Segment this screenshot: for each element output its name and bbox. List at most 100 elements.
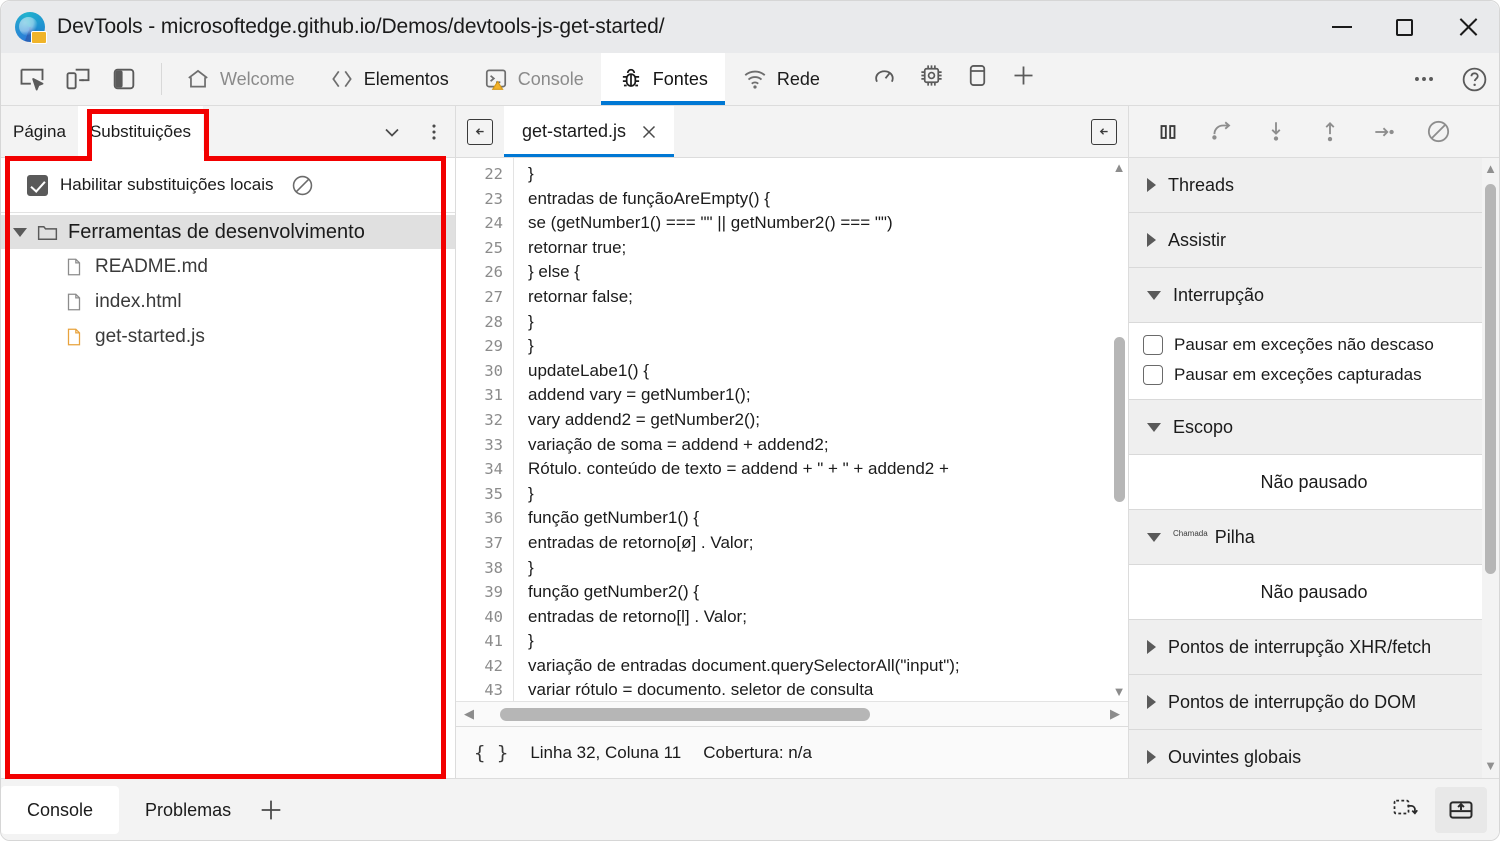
section-threads[interactable]: Threads	[1129, 158, 1499, 213]
tree-file-index[interactable]: index.html	[1, 284, 455, 319]
tab-welcome[interactable]: Welcome	[168, 53, 312, 105]
memory-chip-icon[interactable]	[909, 53, 955, 97]
step-out-icon[interactable]	[1305, 111, 1355, 153]
code-editor[interactable]: 22 23 24 25 26 27 28 29 30 31 32 33 34 3…	[456, 158, 1128, 701]
dock-side-icon[interactable]	[101, 57, 147, 101]
step-into-icon[interactable]	[1251, 111, 1301, 153]
editor-horizontal-scrollbar[interactable]: ◀ ▶	[456, 701, 1128, 726]
scroll-down-arrow[interactable]: ▼	[1113, 682, 1126, 701]
section-watch[interactable]: Assistir	[1129, 213, 1499, 268]
line-number: 32	[484, 410, 503, 429]
section-call-stack[interactable]: Chamada Pilha	[1129, 510, 1499, 565]
minimize-button[interactable]	[1310, 1, 1373, 53]
performance-icon[interactable]	[863, 53, 909, 97]
enable-local-overrides-row[interactable]: Habilitar substituições locais	[1, 158, 455, 213]
scrollbar-track[interactable]	[478, 707, 1106, 721]
title-bar: DevTools - microsoftedge.github.io/Demos…	[1, 1, 1499, 53]
collapse-triangle-icon[interactable]	[1147, 178, 1156, 192]
debugger-vertical-scrollbar[interactable]: ▲ ▼	[1482, 158, 1499, 778]
tree-file-get-started-js[interactable]: get-started.js	[1, 319, 455, 354]
scroll-up-arrow[interactable]: ▲	[1482, 158, 1499, 179]
chevron-down-icon[interactable]	[371, 106, 413, 157]
code-line: }	[528, 557, 534, 577]
scroll-up-arrow[interactable]: ▲	[1113, 158, 1126, 177]
scrollbar-track[interactable]	[1110, 177, 1128, 682]
scrollbar-thumb[interactable]	[1485, 184, 1496, 574]
tab-sources[interactable]: Fontes	[600, 53, 725, 105]
tab-label: Elementos	[363, 68, 449, 89]
step-icon[interactable]	[1359, 111, 1409, 153]
nav-tab-page[interactable]: Página	[1, 106, 78, 157]
scroll-right-arrow[interactable]: ▶	[1106, 706, 1124, 722]
toolbar-tail	[1394, 53, 1499, 105]
nav-tab-label: Página	[13, 121, 66, 141]
bug-icon	[618, 66, 644, 92]
section-xhr-fetch-breakpoints[interactable]: Pontos de interrupção XHR/fetch	[1129, 620, 1499, 675]
more-vertical-icon[interactable]	[413, 106, 455, 157]
inspect-element-icon[interactable]	[9, 57, 55, 101]
line-number: 41	[484, 632, 503, 651]
section-title: Pontos de interrupção XHR/fetch	[1168, 636, 1432, 657]
line-number: 24	[484, 214, 503, 233]
close-button[interactable]	[1436, 1, 1499, 53]
scrollbar-thumb[interactable]	[1114, 337, 1125, 502]
show-navigator-icon[interactable]	[456, 106, 504, 157]
expand-triangle-icon[interactable]	[13, 227, 27, 237]
close-icon[interactable]	[638, 121, 660, 143]
window-controls	[1310, 1, 1499, 53]
application-storage-icon[interactable]	[955, 53, 1001, 97]
pause-resume-icon[interactable]	[1143, 111, 1193, 153]
section-scope[interactable]: Escopo	[1129, 400, 1499, 455]
more-options-icon[interactable]	[1399, 57, 1449, 101]
maximize-button[interactable]	[1373, 1, 1436, 53]
expand-triangle-icon[interactable]	[1147, 532, 1161, 542]
collapse-triangle-icon[interactable]	[1147, 750, 1156, 764]
expand-triangle-icon[interactable]	[1147, 290, 1161, 300]
tab-label: Fontes	[652, 68, 708, 89]
code-line: vary addend2 = getNumber2();	[528, 409, 760, 429]
section-title: Escopo	[1173, 416, 1234, 437]
collapse-triangle-icon[interactable]	[1147, 233, 1156, 247]
add-tab-icon[interactable]	[1001, 53, 1047, 97]
expand-triangle-icon[interactable]	[1147, 422, 1161, 432]
section-dom-breakpoints[interactable]: Pontos de interrupção do DOM	[1129, 675, 1499, 730]
collapse-triangle-icon[interactable]	[1147, 640, 1156, 654]
annotation-join-mask	[92, 151, 204, 163]
file-icon	[63, 255, 85, 279]
tree-file-readme[interactable]: README.md	[1, 249, 455, 284]
pause-uncaught-exceptions-checkbox[interactable]	[1143, 335, 1163, 355]
scroll-down-arrow[interactable]: ▼	[1482, 755, 1499, 776]
pause-uncaught-exceptions-row[interactable]: Pausar em exceções não descaso	[1143, 330, 1499, 360]
section-breakpoints[interactable]: Interrupção	[1129, 268, 1499, 323]
deactivate-breakpoints-icon[interactable]	[1413, 111, 1463, 153]
section-global-listeners[interactable]: Ouvintes globais	[1129, 730, 1499, 778]
show-debugger-icon[interactable]	[1080, 106, 1128, 157]
dock-drawer-icon[interactable]	[1435, 787, 1487, 833]
scroll-left-arrow[interactable]: ◀	[460, 706, 478, 722]
tree-root-folder[interactable]: Ferramentas de desenvolvimento	[1, 215, 455, 249]
pretty-print-icon[interactable]: { }	[474, 742, 508, 764]
device-emulation-icon[interactable]	[55, 57, 101, 101]
tree-file-label: get-started.js	[95, 325, 205, 347]
collapse-triangle-icon[interactable]	[1147, 695, 1156, 709]
section-title: Assistir	[1168, 229, 1226, 250]
pause-caught-exceptions-row[interactable]: Pausar em exceções capturadas	[1143, 360, 1499, 390]
scrollbar-thumb[interactable]	[500, 707, 870, 721]
help-icon[interactable]	[1449, 57, 1499, 101]
tab-network[interactable]: Rede	[725, 53, 837, 105]
drawer-tab-console[interactable]: Console	[1, 786, 120, 834]
tab-console[interactable]: Console	[466, 53, 601, 105]
section-title: Pontos de interrupção do DOM	[1168, 691, 1417, 712]
step-over-icon[interactable]	[1197, 111, 1247, 153]
editor-vertical-scrollbar[interactable]: ▲ ▼	[1110, 158, 1128, 701]
code-content[interactable]: } entradas de funçãoAreEmpty() { se (get…	[514, 158, 1128, 701]
nav-tab-overrides[interactable]: Substituições	[77, 106, 204, 157]
restore-drawer-icon[interactable]	[1379, 787, 1431, 833]
enable-local-overrides-checkbox[interactable]	[27, 174, 48, 196]
add-tool-icon[interactable]	[257, 779, 295, 840]
pause-caught-exceptions-checkbox[interactable]	[1143, 365, 1163, 385]
drawer-tab-issues[interactable]: Problemas	[119, 786, 257, 834]
clear-overrides-icon[interactable]	[290, 173, 315, 198]
editor-tab-get-started-js[interactable]: get-started.js	[504, 106, 675, 157]
tab-elements[interactable]: Elementos	[312, 53, 466, 105]
